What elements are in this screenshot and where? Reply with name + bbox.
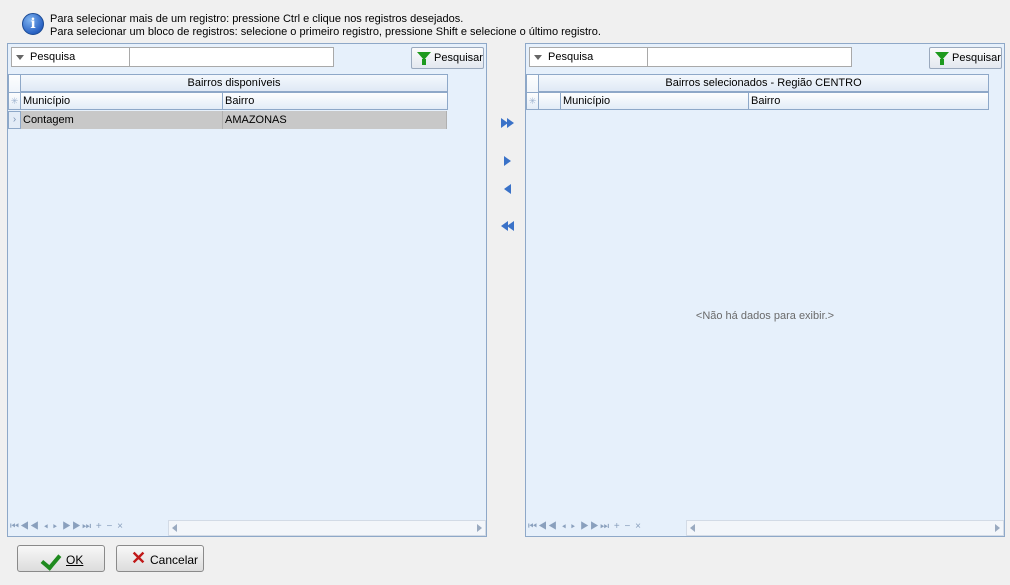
move-right-button[interactable] [503, 154, 517, 168]
scroll-right-icon[interactable] [477, 524, 482, 532]
left-search-button[interactable]: Pesquisar [411, 47, 484, 69]
cancel-button-label: Cancelar [150, 553, 199, 567]
table-cell-municipio[interactable]: Contagem [21, 111, 223, 129]
scroll-right-icon[interactable] [995, 524, 1000, 532]
right-col-empty[interactable] [538, 92, 561, 110]
right-col-municipio[interactable]: Município [560, 92, 749, 110]
info-line-2: Para selecionar um bloco de registros: s… [50, 26, 601, 38]
close-icon: ✕ [131, 548, 147, 568]
right-search-button-label: Pesquisar [952, 52, 1001, 64]
ok-button[interactable]: OK [17, 545, 105, 572]
dropdown-arrow-icon[interactable] [534, 54, 542, 60]
right-horizontal-scrollbar[interactable] [686, 520, 1004, 536]
ok-button-label: OK [66, 553, 84, 567]
scroll-left-icon[interactable] [172, 524, 177, 532]
table-cell-bairro[interactable]: AMAZONAS [223, 111, 447, 129]
info-icon: i [22, 13, 44, 35]
right-grid-title: Bairros selecionados - Região CENTRO [538, 74, 989, 92]
right-record-navigator[interactable]: ⏮◀◀ ◂ ▸ ▶▶⏭ + − × [528, 521, 642, 532]
left-search-label: Pesquisa [30, 51, 76, 63]
dropdown-arrow-icon[interactable] [16, 54, 24, 60]
left-search-field[interactable]: Pesquisa [11, 47, 334, 67]
left-col-bairro[interactable]: Bairro [222, 92, 448, 110]
left-panel: Pesquisa Pesquisar Bairros disponíveis ✳… [7, 43, 487, 537]
move-all-left-button[interactable] [501, 219, 515, 233]
row-indicator-icon: › [8, 111, 21, 129]
left-search-button-label: Pesquisar [434, 52, 483, 64]
cancel-button[interactable]: ✕ Cancelar [116, 545, 204, 572]
right-search-label: Pesquisa [548, 51, 594, 63]
left-grid-title: Bairros disponíveis [20, 74, 448, 92]
move-all-right-button[interactable] [501, 116, 515, 130]
checkmark-icon [40, 549, 62, 571]
right-col-bairro[interactable]: Bairro [748, 92, 989, 110]
left-record-navigator[interactable]: ⏮◀◀ ◂ ▸ ▶▶⏭ + − × [10, 521, 124, 532]
scroll-left-icon[interactable] [690, 524, 695, 532]
empty-grid-message: <Não há dados para exibir.> [695, 310, 835, 322]
info-line-1: Para selecionar mais de um registro: pre… [50, 13, 464, 25]
right-search-button[interactable]: Pesquisar [929, 47, 1002, 69]
left-col-municipio[interactable]: Município [20, 92, 223, 110]
move-left-button[interactable] [503, 182, 517, 196]
right-search-field[interactable]: Pesquisa [529, 47, 852, 67]
right-panel: Pesquisa Pesquisar Bairros selecionados … [525, 43, 1005, 537]
left-horizontal-scrollbar[interactable] [168, 520, 486, 536]
